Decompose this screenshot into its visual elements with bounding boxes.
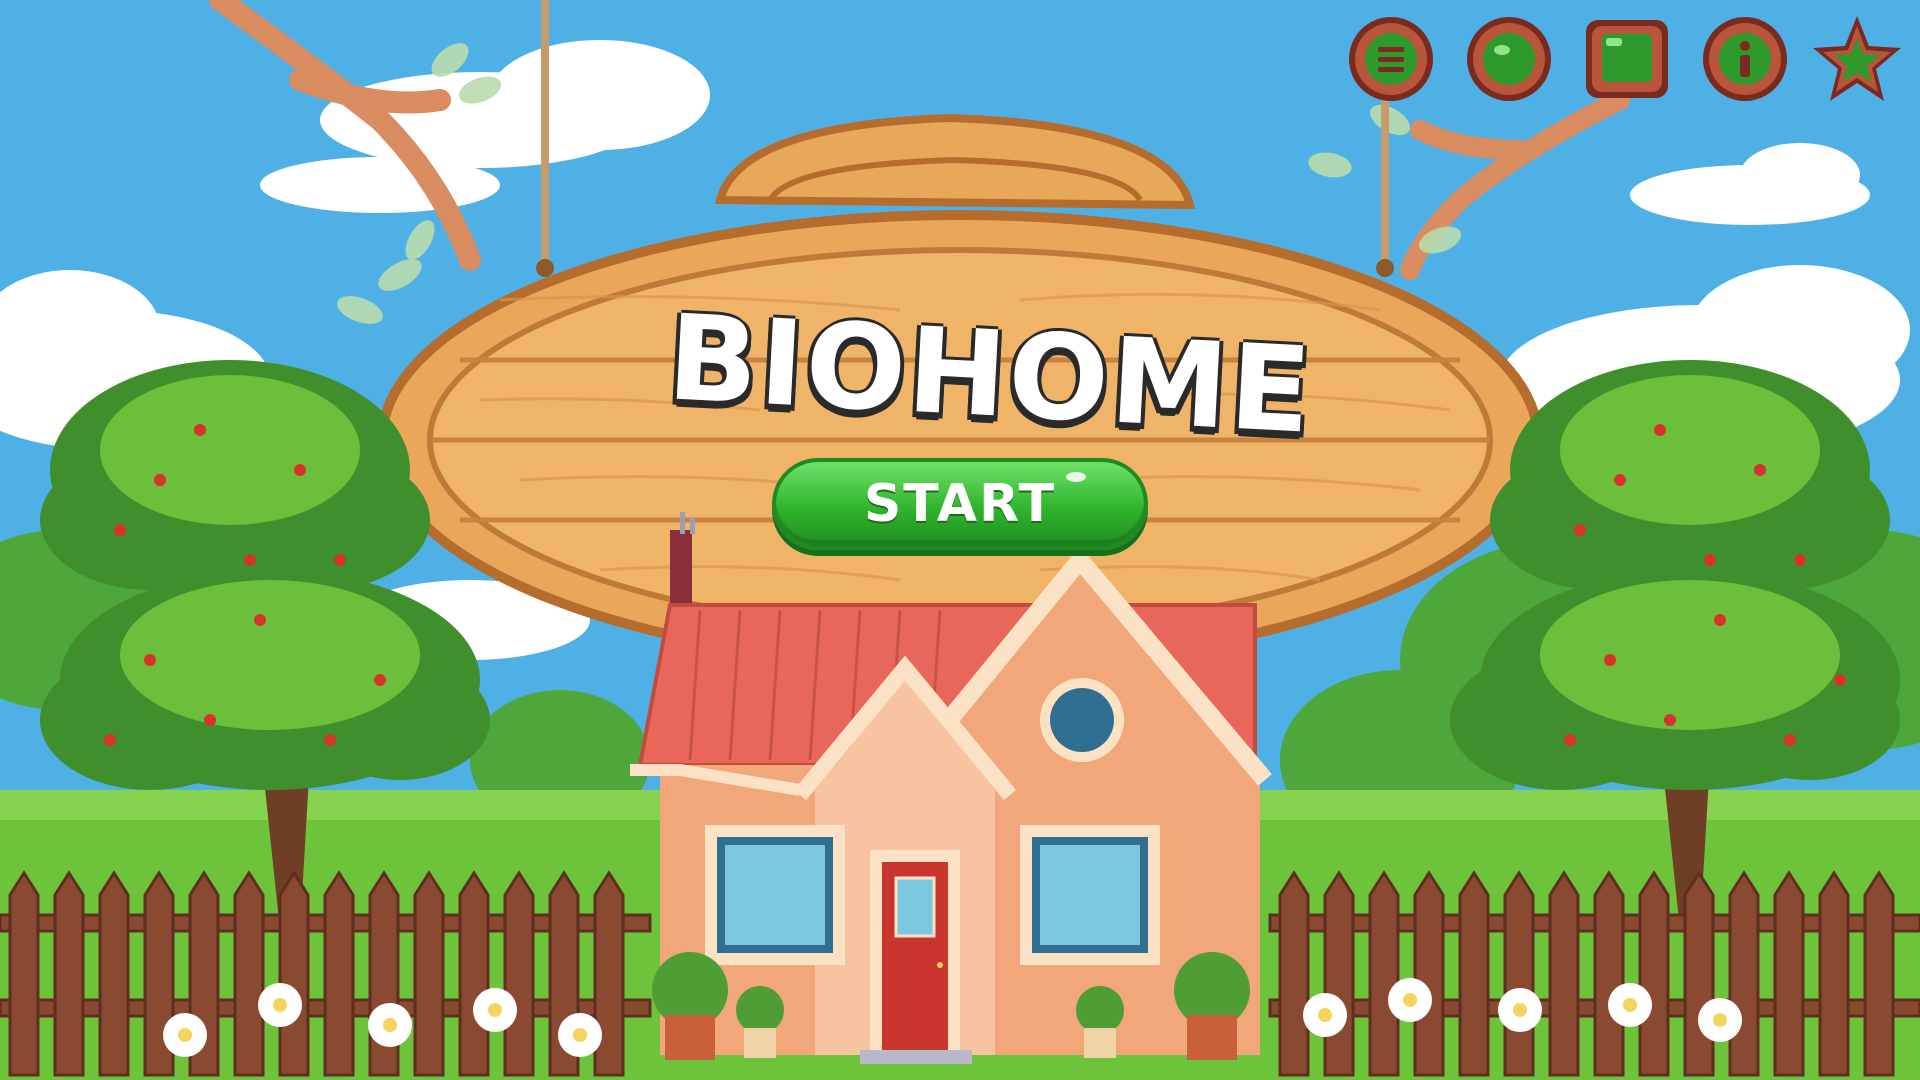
menu-button[interactable] — [1346, 14, 1436, 104]
star-button[interactable] — [1812, 14, 1902, 104]
square-button[interactable] — [1582, 14, 1672, 104]
info-button[interactable] — [1700, 14, 1790, 104]
top-toolbar — [1346, 14, 1906, 114]
start-button[interactable]: START — [772, 458, 1148, 550]
star-icon — [1813, 16, 1901, 101]
circle-icon — [1467, 17, 1551, 101]
square-icon — [1586, 20, 1668, 98]
info-icon — [1703, 17, 1787, 101]
circle-button[interactable] — [1464, 14, 1554, 104]
start-button-label: START — [863, 474, 1057, 534]
menu-icon — [1349, 17, 1433, 101]
button-shine — [1066, 472, 1086, 482]
